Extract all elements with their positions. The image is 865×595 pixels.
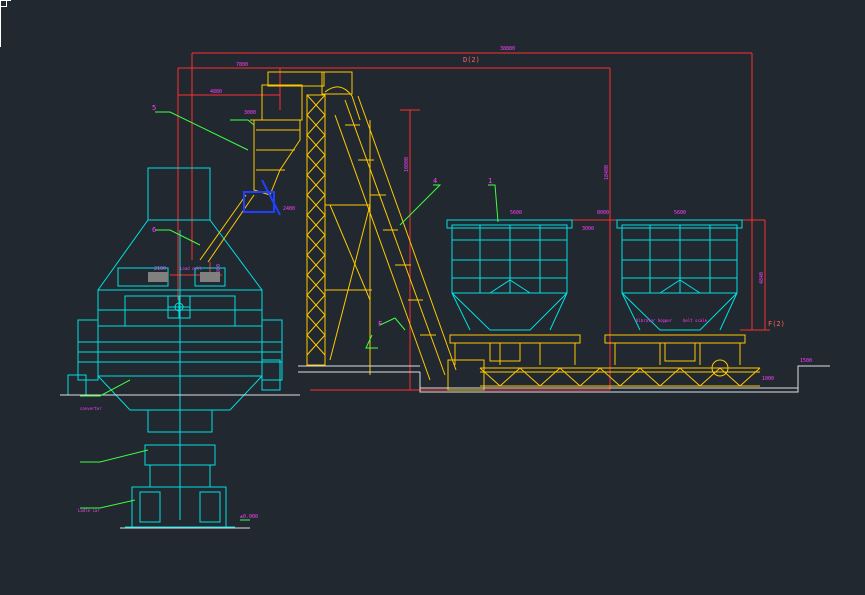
callout-1: 1 [488,177,492,185]
dim-elev-small: 2400 [283,206,295,212]
dim-bin-height: 4840 [759,272,765,284]
note-bin-right: belt scale [683,318,708,323]
note-bin-left: Vibrator hopper [636,318,673,323]
elevator-tower[interactable] [306,71,372,375]
dim-level-a: 1500 [800,358,812,364]
callout-4: 4 [433,177,437,185]
dimension-labels: 38880 7800 4880 8000 3000 3000 2400 1500… [154,46,812,520]
dimension-lines [170,52,770,391]
dim-vertical-mid: 10800 [404,157,410,172]
note-lower: Ladle car [78,508,100,513]
note-load: Load cell [180,266,202,271]
converter-vessel[interactable] [67,167,283,528]
storage-bin-left[interactable] [446,219,573,331]
dim-hopper: 3000 [244,110,256,116]
dim-bin-width-2: 5600 [674,210,686,216]
dim-overall-length: 38880 [500,46,515,52]
callout-f: F [378,320,382,328]
dim-funnel-width: 2100 [154,266,166,272]
storage-bin-right[interactable] [616,219,743,331]
section-label-top: D(2) [463,56,480,64]
leader-lines [80,111,499,521]
weigh-hopper-blue[interactable] [243,179,281,216]
dim-inner-span: 4880 [210,89,222,95]
callout-6: 6 [152,226,156,234]
bin-support-structure[interactable] [449,334,761,387]
note-converter: converter [80,406,102,411]
dim-vertical-right: 18480 [604,165,610,180]
dim-bin-top: 3000 [582,226,594,232]
dim-level-b: 1000 [762,376,774,382]
dim-ground: ±0.000 [240,514,258,520]
dim-left-span: 7800 [236,62,248,68]
converter-details [148,272,220,312]
feed-chute[interactable] [199,71,325,263]
callout-5: 5 [152,104,156,112]
dim-bin-width: 5600 [510,210,522,216]
dim-bin-spacing: 8000 [597,210,609,216]
cad-drawing-canvas[interactable]: 38880 7800 4880 8000 3000 3000 2400 1500… [0,0,865,595]
section-label-right: F(2) [768,320,785,328]
